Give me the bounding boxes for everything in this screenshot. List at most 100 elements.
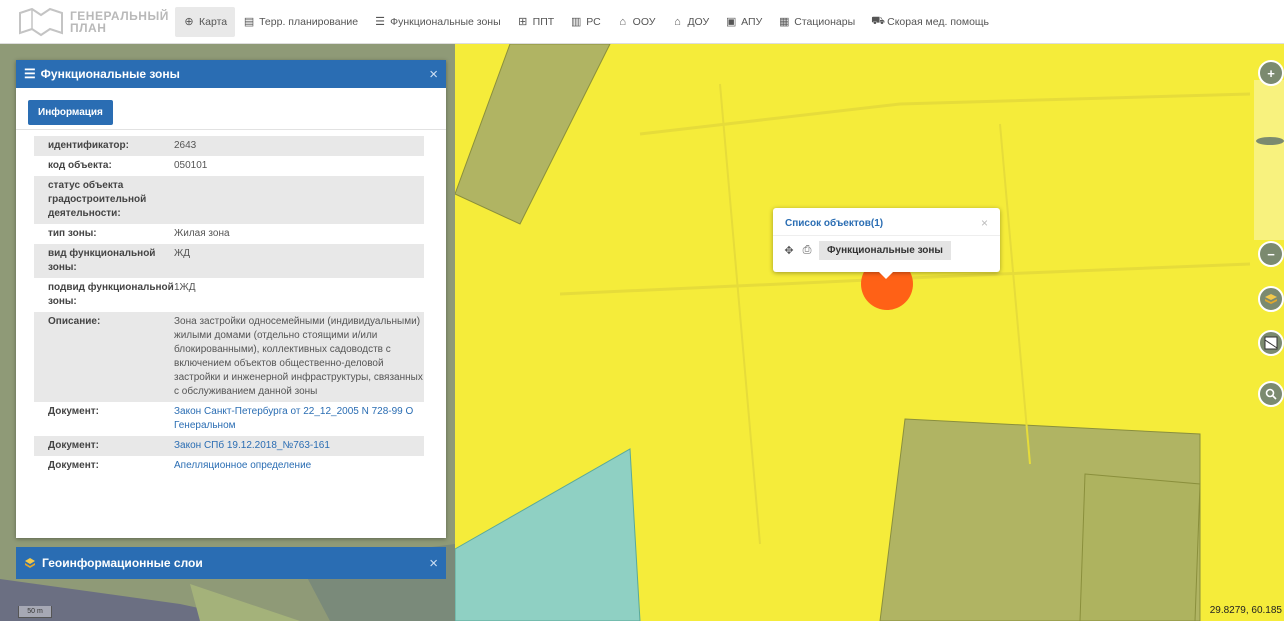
nav-label: АПУ — [741, 15, 763, 28]
nav-item-terr-planning[interactable]: ▤ Терр. планирование — [235, 7, 366, 37]
logo-mark-icon — [19, 7, 63, 36]
row-key: Документ: — [48, 440, 100, 451]
nav-label: ППТ — [532, 15, 555, 28]
table-row: тип зоны: Жилая зона — [34, 224, 424, 244]
grid-icon: ⊞ — [518, 16, 528, 28]
document-link[interactable]: Апелляционное определение — [174, 459, 424, 473]
zoom-out-button[interactable]: − — [1258, 241, 1284, 267]
nav-label: Функциональные зоны — [390, 15, 501, 28]
building-icon: ⌂ — [619, 15, 626, 28]
nav-item-map[interactable]: ⊕ Карта — [175, 6, 236, 37]
row-value: ЖД — [174, 248, 191, 259]
popup-item-functional-zones[interactable]: Функциональные зоны — [819, 241, 951, 260]
close-icon[interactable]: × — [429, 66, 438, 83]
panel2-title: Геоинформационные слои — [42, 556, 203, 570]
scale-bar: 50 m — [18, 606, 52, 618]
nav-item-functional-zones[interactable]: ☰ Функциональные зоны — [366, 7, 509, 37]
row-value: 1ЖД — [174, 282, 196, 293]
move-icon[interactable]: ✥ — [783, 244, 795, 257]
row-key: Документ: — [48, 460, 100, 471]
book-icon: ▥ — [570, 16, 582, 28]
nav-item-ambulance[interactable]: ⛟ Скорая мед. помощь — [863, 7, 997, 37]
main-nav: ⊕ Карта ▤ Терр. планирование ☰ Функциональн… — [175, 0, 997, 44]
map-area-icon — [1264, 336, 1278, 350]
nav-label: ДОУ — [687, 15, 710, 28]
nav-label: РС — [586, 15, 601, 28]
list-icon: ☰ — [375, 16, 386, 28]
row-key: Описание: — [48, 316, 101, 327]
properties-table: идентификатор: 2643 код объекта: 050101 ст… — [34, 136, 424, 476]
table-row: статус объекта градостроительной деятель… — [34, 176, 424, 224]
document-link[interactable]: Закон Санкт-Петербурга от 22_12_2005 N 7… — [174, 405, 424, 433]
table-row: идентификатор: 2643 — [34, 136, 424, 156]
close-icon[interactable]: × — [981, 216, 988, 230]
house-icon: ⌂ — [674, 15, 681, 28]
row-value: Жилая зона — [174, 228, 230, 239]
row-key: вид функциональной зоны: — [48, 248, 156, 273]
image-icon: ▣ — [725, 16, 737, 28]
ambulance-icon: ⛟ — [871, 14, 885, 27]
table-row: Документ: Закон Санкт-Петербурга от 22_12… — [34, 402, 424, 436]
coordinates-readout: 29.8279, 60.185 — [1209, 605, 1282, 616]
nav-item-oou[interactable]: ⌂ ООУ — [609, 7, 664, 37]
zoom-in-button[interactable]: + — [1258, 60, 1284, 86]
row-key: тип зоны: — [48, 228, 97, 239]
row-key: идентификатор: — [48, 140, 129, 151]
table-row: вид функциональной зоны: ЖД — [34, 244, 424, 278]
popup-row: ✥ ⎙ Функциональные зоны — [783, 241, 951, 260]
row-key: статус объекта градостроительной деятель… — [48, 180, 147, 219]
nav-label: Стационары — [794, 15, 856, 28]
panel-tabs: Информация — [16, 88, 446, 130]
zoom-slider-track[interactable] — [1254, 80, 1284, 240]
nav-label: Терр. планирование — [259, 15, 359, 28]
layers-icon — [1265, 294, 1277, 304]
row-value: Зона застройки односемейными (индивидуал… — [174, 316, 423, 397]
row-key: код объекта: — [48, 160, 112, 171]
table-row: Описание: Зона застройки односемейными (и… — [34, 312, 424, 402]
logo-line-1: ГЕНЕРАЛЬНЫЙ — [70, 8, 169, 23]
layers-icon — [25, 558, 35, 568]
nav-label: ООУ — [632, 15, 656, 28]
close-icon[interactable]: × — [429, 555, 438, 572]
row-key: подвид функциональной зоны: — [48, 282, 174, 307]
row-key: Документ: — [48, 406, 100, 417]
app-logo[interactable]: ГЕНЕРАЛЬНЫЙ ПЛАН — [0, 0, 175, 44]
logo-text: ГЕНЕРАЛЬНЫЙ ПЛАН — [70, 10, 169, 34]
objects-popup: Список объектов(1) × ✥ ⎙ Функциональные … — [773, 208, 1000, 279]
search-icon — [1265, 388, 1277, 400]
nav-item-rs[interactable]: ▥ РС — [562, 7, 608, 37]
table-row: Документ: Закон СПб 19.12.2018_№763-161 — [34, 436, 424, 456]
table-row: код объекта: 050101 — [34, 156, 424, 176]
measure-button[interactable] — [1258, 330, 1284, 356]
table-row: подвид функциональной зоны: 1ЖД — [34, 278, 424, 312]
popup-tail — [878, 271, 894, 279]
zoom-slider-handle[interactable] — [1256, 137, 1284, 145]
menu-icon[interactable]: ☰ — [24, 66, 36, 82]
popup-divider — [773, 235, 1000, 236]
nav-item-ppt[interactable]: ⊞ ППТ — [509, 7, 563, 37]
row-value: 2643 — [174, 140, 197, 151]
nav-item-dou[interactable]: ⌂ ДОУ — [663, 7, 717, 37]
nav-label: Скорая мед. помощь — [887, 15, 990, 28]
top-navigation-bar: ГЕНЕРАЛЬНЫЙ ПЛАН ⊕ Карта ▤ Терр. планирова… — [0, 0, 1284, 44]
tab-info[interactable]: Информация — [28, 100, 113, 125]
hospital-icon: ▦ — [779, 16, 790, 28]
row-value: 050101 — [174, 160, 208, 171]
print-icon[interactable]: ⎙ — [801, 244, 813, 257]
search-button[interactable] — [1258, 381, 1284, 407]
panel-title: Функциональные зоны — [40, 67, 180, 81]
layers-button[interactable] — [1258, 286, 1284, 312]
document-link[interactable]: Закон СПб 19.12.2018_№763-161 — [174, 439, 424, 453]
table-row: Документ: Апелляционное определение — [34, 456, 424, 476]
popup-title: Список объектов(1) — [785, 218, 884, 229]
globe-icon: ⊕ — [184, 16, 194, 28]
nav-item-apu[interactable]: ▣ АПУ — [717, 7, 770, 37]
nav-item-hospitals[interactable]: ▦ Стационары — [770, 7, 863, 37]
logo-line-2: ПЛАН — [70, 20, 107, 35]
geo-layers-panel[interactable]: Геоинформационные слои × — [16, 547, 446, 579]
panel-header: ☰ Функциональные зоны × — [16, 60, 446, 88]
document-icon: ▤ — [243, 16, 255, 28]
nav-label: Карта — [199, 15, 228, 28]
functional-zones-panel: ☰ Функциональные зоны × Информация идент… — [16, 60, 446, 538]
row-value — [174, 179, 424, 221]
